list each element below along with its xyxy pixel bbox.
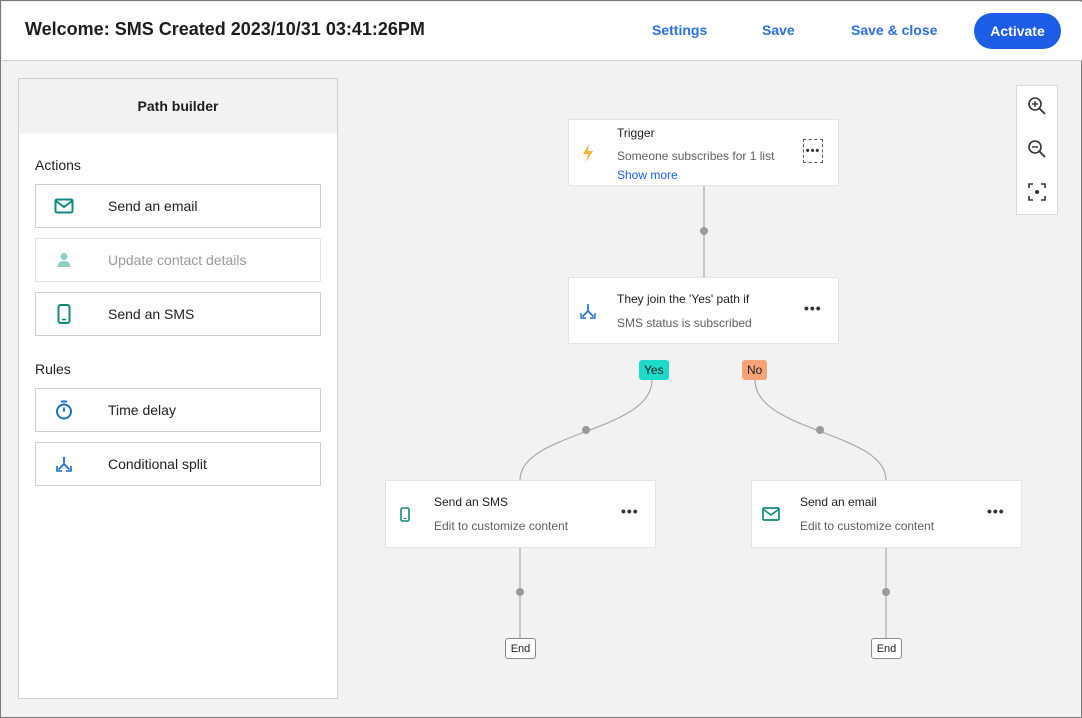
tool-conditional-split[interactable]: Conditional split bbox=[35, 442, 321, 486]
settings-button[interactable]: Settings bbox=[652, 22, 707, 38]
tool-send-sms[interactable]: Send an SMS bbox=[35, 292, 321, 336]
tool-label: Send an email bbox=[108, 198, 198, 214]
fit-view-icon bbox=[1027, 182, 1047, 207]
save-close-button[interactable]: Save & close bbox=[851, 22, 937, 38]
lightning-icon bbox=[579, 142, 597, 164]
tool-time-delay[interactable]: Time delay bbox=[35, 388, 321, 432]
split-node[interactable]: They join the 'Yes' path if SMS status i… bbox=[568, 277, 839, 344]
sms-node-subtitle: Edit to customize content bbox=[434, 519, 569, 533]
end-node-left: End bbox=[505, 638, 536, 659]
rules-heading: Rules bbox=[35, 361, 71, 377]
split-more-button[interactable]: ••• bbox=[804, 300, 822, 316]
tool-send-email[interactable]: Send an email bbox=[35, 184, 321, 228]
split-icon bbox=[36, 456, 92, 472]
zoom-in-icon bbox=[1027, 96, 1047, 121]
panel-heading: Path builder bbox=[19, 79, 337, 133]
split-subtitle: SMS status is subscribed bbox=[617, 316, 752, 330]
stopwatch-icon bbox=[36, 400, 92, 420]
trigger-title: Trigger bbox=[617, 126, 655, 140]
save-button[interactable]: Save bbox=[762, 22, 795, 38]
sms-more-button[interactable]: ••• bbox=[621, 503, 639, 519]
zoom-in-button[interactable] bbox=[1017, 88, 1057, 128]
tool-label: Update contact details bbox=[108, 252, 247, 268]
show-more-link[interactable]: Show more bbox=[617, 168, 678, 182]
split-icon bbox=[579, 302, 597, 320]
fit-view-button[interactable] bbox=[1017, 174, 1057, 214]
top-bar: Welcome: SMS Created 2023/10/31 03:41:26… bbox=[2, 2, 1082, 61]
trigger-subtitle: Someone subscribes for 1 list bbox=[617, 149, 775, 163]
sms-node[interactable]: Send an SMS Edit to customize content ••… bbox=[385, 480, 656, 548]
email-node-title: Send an email bbox=[800, 495, 877, 509]
no-badge: No bbox=[742, 360, 768, 380]
trigger-more-button[interactable]: ••• bbox=[803, 139, 823, 163]
zoom-controls bbox=[1016, 85, 1058, 215]
tool-label: Time delay bbox=[108, 402, 176, 418]
phone-icon bbox=[36, 304, 92, 324]
activate-button[interactable]: Activate bbox=[974, 13, 1061, 49]
sms-node-title: Send an SMS bbox=[434, 495, 509, 509]
trigger-node[interactable]: Trigger Someone subscribes for 1 list Sh… bbox=[568, 119, 839, 186]
tool-label: Conditional split bbox=[108, 456, 207, 472]
flow-canvas[interactable]: Trigger Someone subscribes for 1 list Sh… bbox=[339, 62, 1082, 718]
email-node[interactable]: Send an email Edit to customize content … bbox=[751, 480, 1022, 548]
person-icon bbox=[36, 252, 92, 268]
envelope-icon bbox=[762, 505, 780, 523]
email-more-button[interactable]: ••• bbox=[987, 503, 1005, 519]
tool-label: Send an SMS bbox=[108, 306, 195, 322]
yes-badge: Yes bbox=[639, 360, 669, 380]
email-node-subtitle: Edit to customize content bbox=[800, 519, 935, 533]
zoom-out-button[interactable] bbox=[1017, 131, 1057, 171]
end-node-right: End bbox=[871, 638, 902, 659]
split-title: They join the 'Yes' path if bbox=[617, 292, 750, 306]
envelope-icon bbox=[36, 198, 92, 214]
path-builder-panel: Path builder Actions Send an email Updat… bbox=[18, 78, 338, 699]
app-window: Welcome: SMS Created 2023/10/31 03:41:26… bbox=[0, 0, 1082, 718]
actions-heading: Actions bbox=[35, 157, 81, 173]
page-title: Welcome: SMS Created 2023/10/31 03:41:26… bbox=[25, 19, 425, 39]
zoom-out-icon bbox=[1027, 139, 1047, 164]
tool-update-contact: Update contact details bbox=[35, 238, 321, 282]
phone-icon bbox=[398, 505, 412, 523]
